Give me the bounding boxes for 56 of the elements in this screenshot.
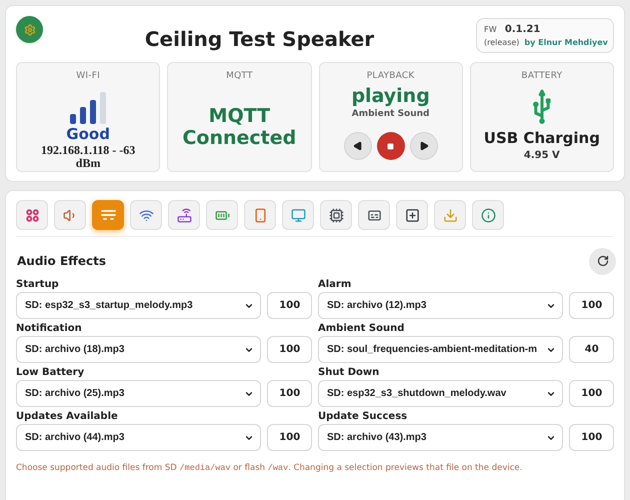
tab-button[interactable] — [396, 200, 428, 230]
next-button[interactable] — [410, 132, 438, 160]
sound-select[interactable]: SD: archivo (44).mp3 — [16, 424, 262, 451]
sound-select[interactable]: SD: archivo (43).mp3 — [318, 424, 564, 451]
battery-voltage: 4.95 V — [524, 148, 560, 162]
stop-icon — [387, 142, 394, 150]
reset-button[interactable] — [589, 248, 616, 274]
mqtt-status: MQTT Connected — [181, 105, 298, 150]
playback-status: playing — [351, 84, 430, 108]
volume-field[interactable]: 100 — [569, 292, 614, 319]
stop-button[interactable] — [376, 132, 405, 160]
effect-label: Alarm — [318, 278, 352, 292]
sound-select[interactable]: SD: esp32_s3_startup_melody.mp3 — [16, 292, 262, 319]
previous-icon — [352, 141, 363, 151]
section-title: Audio Effects — [17, 253, 106, 270]
effect-label: Ambient Sound — [318, 322, 406, 336]
tab-button[interactable] — [358, 200, 390, 230]
sound-select[interactable]: SD: esp32_s3_shutdown_melody.wav — [318, 380, 564, 407]
sound-select[interactable]: SD: soul_frequencies-ambient-meditation-m — [318, 336, 564, 363]
tab-button[interactable] — [320, 200, 352, 230]
ip-address: 192.168.1.118 - -63 dBm — [40, 144, 136, 170]
track-name: Ambient Sound — [352, 108, 430, 120]
battery-status: USB Charging — [484, 128, 600, 148]
sound-select[interactable]: SD: archivo (18).mp3 — [16, 336, 262, 363]
effect-label: Update Success — [318, 410, 408, 424]
card-label: WI-FI — [76, 70, 100, 83]
effect-label: Low Battery — [16, 366, 86, 380]
sound-select[interactable]: SD: archivo (12).mp3 — [318, 292, 564, 319]
volume-field[interactable]: 100 — [267, 292, 312, 319]
signal-bars-icon — [70, 92, 106, 124]
refresh-icon — [596, 255, 608, 267]
fw-label: FW — [484, 24, 497, 36]
volume-field[interactable]: 100 — [569, 424, 614, 451]
author-link[interactable]: by Elnur Mehdiyev — [524, 37, 608, 49]
effect-label: Shut Down — [318, 366, 380, 380]
fw-channel: (release) — [484, 37, 520, 49]
effect-label: Updates Available — [16, 410, 119, 424]
volume-field[interactable]: 40 — [569, 336, 614, 363]
card-label: MQTT — [226, 70, 253, 83]
fw-version: 0.1.21 — [504, 23, 540, 37]
effect-label: Notification — [16, 322, 83, 336]
help-text: Choose supported audio files from SD /media/wav or flash /wav. Changing a selection previews that file on the device. — [16, 462, 524, 475]
card-label: PLAYBACK — [366, 70, 414, 83]
volume-field[interactable]: 100 — [267, 380, 312, 407]
next-icon — [418, 141, 429, 151]
page-title: Ceiling Test Speaker — [144, 26, 374, 53]
effect-label: Startup — [16, 278, 60, 292]
tab-button[interactable] — [168, 200, 200, 230]
logo-icon — [16, 16, 43, 43]
signal-quality: Good — [66, 124, 110, 144]
card-label: BATTERY — [521, 70, 562, 83]
volume-field[interactable]: 100 — [267, 336, 312, 363]
volume-field[interactable]: 100 — [267, 424, 312, 451]
volume-field[interactable]: 100 — [569, 380, 614, 407]
sound-select[interactable]: SD: archivo (25).mp3 — [16, 380, 262, 407]
previous-button[interactable] — [344, 132, 372, 160]
